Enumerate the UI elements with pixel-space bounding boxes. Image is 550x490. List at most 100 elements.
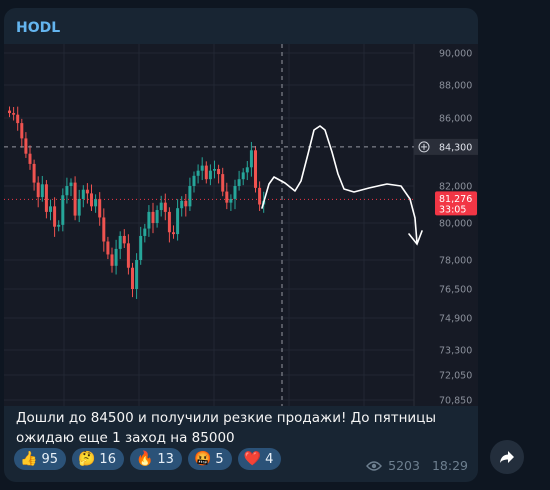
candle-body — [12, 113, 16, 115]
reaction-chip[interactable]: 🤬 5 — [187, 448, 232, 470]
candle-body — [8, 110, 11, 114]
price-axis-label: 82,000 — [439, 182, 472, 193]
candle-body — [110, 254, 114, 266]
projection-path — [261, 125, 418, 244]
candle-body — [229, 198, 233, 203]
chart-image[interactable]: 90,000 88,000 86,000 82,000 80,000 78,000 76,5… — [4, 44, 478, 406]
message-bubble: HODL 90,000 88,000 86,000 82,000 80,000 78,00… — [4, 8, 478, 482]
view-count: 5203 — [388, 458, 420, 473]
candle-body — [114, 248, 118, 266]
reaction-count: 95 — [41, 451, 58, 467]
countdown-label: 33:05 — [439, 204, 466, 215]
candle-body — [167, 211, 171, 233]
candle-body — [106, 241, 110, 255]
candle-body — [225, 191, 229, 203]
candle-body — [221, 174, 225, 192]
reaction-chip[interactable]: ❤️ 4 — [237, 448, 282, 470]
price-axis-label: 70,850 — [439, 396, 472, 407]
candle-body — [135, 260, 139, 289]
candle-body — [122, 235, 126, 244]
price-axis-label: 73,300 — [439, 346, 472, 357]
candle-body — [172, 232, 175, 235]
candle-body — [245, 167, 249, 173]
reaction-count: 13 — [157, 451, 174, 467]
candle-body — [139, 235, 143, 260]
reaction-emoji: 🔥 — [135, 451, 154, 467]
level-label: 84,300 — [439, 142, 472, 153]
message-time: 18:29 — [431, 458, 468, 473]
candle-body — [61, 195, 65, 225]
candle-body — [36, 182, 40, 198]
candle-body — [131, 267, 134, 289]
price-axis-label: 88,000 — [439, 81, 472, 92]
candle-body — [213, 169, 216, 171]
candle-body — [102, 217, 106, 242]
reactions-bar: 👍 95 🤔 16 🔥 13 🤬 5 ❤️ 4 — [14, 448, 282, 470]
candle-body — [20, 123, 24, 139]
candle-body — [192, 175, 196, 186]
reaction-emoji: 🤔 — [77, 451, 96, 467]
candle-body — [151, 211, 155, 223]
candle-body — [188, 186, 192, 207]
candlestick-chart: 90,000 88,000 86,000 82,000 80,000 78,000 76,5… — [4, 44, 478, 406]
message-meta: 5203 18:29 — [366, 458, 468, 473]
candle-body — [49, 206, 52, 212]
share-arrow-icon — [500, 451, 514, 463]
reaction-emoji: 👍 — [20, 451, 38, 467]
candle-body — [180, 200, 184, 209]
price-axis-label: 90,000 — [439, 49, 472, 60]
candle-body — [208, 170, 212, 180]
price-axis-label: 74,900 — [439, 314, 472, 325]
candle-body — [196, 170, 200, 176]
candle-body — [254, 150, 257, 188]
price-axis-label: 86,000 — [439, 114, 472, 125]
candle-body — [16, 114, 20, 124]
reaction-emoji: 🤬 — [193, 451, 212, 467]
reaction-chip[interactable]: 👍 95 — [14, 448, 66, 470]
candle-body — [258, 187, 262, 205]
reaction-chip[interactable]: 🔥 13 — [129, 448, 182, 470]
candle-body — [249, 150, 253, 168]
reaction-emoji: ❤️ — [243, 451, 262, 467]
sender-name[interactable]: HODL — [16, 20, 60, 36]
candle-body — [176, 208, 180, 235]
candle-body — [118, 235, 122, 249]
candle-body — [200, 165, 204, 171]
price-axis-label: 72,050 — [439, 371, 472, 382]
candle-body — [57, 224, 61, 227]
candle-body — [204, 165, 208, 180]
candle-body — [233, 186, 237, 199]
candle-body — [28, 153, 32, 164]
reaction-count: 4 — [265, 451, 274, 467]
candle-body — [94, 198, 98, 207]
forward-button[interactable] — [490, 440, 524, 474]
candle-body — [44, 184, 48, 212]
price-axis-label: 76,500 — [439, 285, 472, 296]
candle-body — [147, 211, 151, 229]
candle-body — [81, 189, 85, 199]
candle-body — [24, 138, 28, 154]
reaction-chip[interactable]: 🤔 16 — [71, 448, 124, 470]
candle-body — [237, 179, 241, 186]
candle-body — [40, 184, 44, 198]
candle-body — [217, 169, 221, 175]
candle-body — [163, 202, 167, 212]
price-axis-label: 78,000 — [439, 256, 472, 267]
candle-body — [155, 210, 159, 223]
candle-body — [143, 228, 147, 236]
candle-body — [241, 172, 245, 180]
message-text: Дошли до 84500 и получили резкие продажи… — [16, 410, 437, 446]
current-price-label: 81,276 — [439, 194, 472, 205]
reaction-count: 5 — [215, 451, 224, 467]
candle-body — [32, 163, 36, 183]
price-axis-label: 80,000 — [439, 219, 472, 230]
candle-body — [98, 198, 102, 218]
reaction-count: 16 — [99, 451, 116, 467]
candle-body — [85, 189, 89, 194]
candle-body — [69, 182, 73, 186]
candle-body — [159, 202, 163, 211]
candle-body — [184, 200, 188, 207]
eye-icon — [366, 460, 383, 471]
candle-body — [77, 198, 81, 216]
candle-body — [126, 243, 130, 268]
